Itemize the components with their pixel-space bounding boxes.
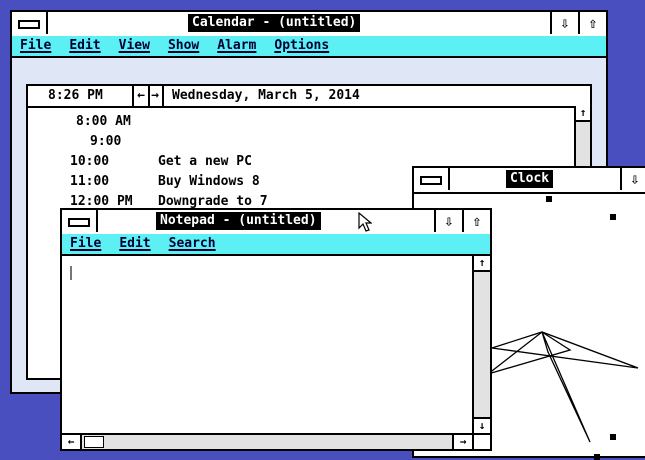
- calendar-menubar: File Edit View Show Alarm Options: [12, 36, 606, 58]
- system-menu-icon: [420, 176, 442, 185]
- notepad-titlebar[interactable]: Notepad - (untitled) ⇩ ⇧: [62, 210, 490, 236]
- clock-minimize-button[interactable]: ⇩: [620, 168, 645, 190]
- clock-titlebar[interactable]: Clock ⇩: [414, 168, 645, 194]
- calendar-titlebar[interactable]: Calendar - (untitled) ⇩ ⇧: [12, 12, 606, 38]
- calendar-title: Calendar - (untitled): [188, 14, 361, 32]
- notepad-scroll-down-button[interactable]: ↓: [474, 417, 490, 433]
- notepad-minimize-button[interactable]: ⇩: [434, 210, 462, 232]
- calendar-menu-view[interactable]: View: [119, 36, 150, 56]
- clock-title: Clock: [506, 170, 554, 188]
- clock-system-menu-button[interactable]: [414, 168, 450, 190]
- notepad-menu-edit[interactable]: Edit: [119, 234, 150, 254]
- appointment-time: 12:00 PM: [70, 194, 133, 209]
- appointment-time: 9:00: [90, 134, 122, 149]
- notepad-menu-search[interactable]: Search: [169, 234, 216, 254]
- notepad-system-menu-button[interactable]: [62, 210, 98, 232]
- system-menu-icon: [68, 218, 90, 227]
- clock-minute-hand: [491, 331, 639, 369]
- notepad-scroll-left-button[interactable]: ←: [62, 435, 82, 449]
- appointment-text: Downgrade to 7: [158, 194, 268, 209]
- current-time: 8:26 PM: [48, 88, 103, 103]
- calendar-menu-options[interactable]: Options: [274, 36, 329, 56]
- calendar-maximize-button[interactable]: ⇧: [578, 12, 606, 34]
- calendar-menu-alarm[interactable]: Alarm: [217, 36, 256, 56]
- clock-second-hand: [541, 331, 591, 443]
- notepad-menu-file[interactable]: File: [70, 234, 101, 254]
- calendar-menu-show[interactable]: Show: [168, 36, 199, 56]
- calendar-menu-file[interactable]: File: [20, 36, 51, 56]
- notepad-menubar: File Edit Search: [62, 234, 490, 256]
- next-day-button[interactable]: →: [148, 86, 164, 106]
- calendar-system-menu-button[interactable]: [12, 12, 48, 34]
- notepad-vertical-scrollbar[interactable]: ↑ ↓: [472, 256, 490, 433]
- notepad-text-area[interactable]: [62, 256, 472, 431]
- appointment-text: Get a new PC: [158, 154, 252, 169]
- notepad-scroll-right-button[interactable]: →: [452, 435, 472, 449]
- appointment-time: 10:00: [70, 154, 110, 169]
- appointment-time: 11:00: [70, 174, 110, 189]
- appointment-row[interactable]: 9:00: [28, 134, 574, 154]
- current-date: Wednesday, March 5, 2014: [172, 88, 360, 103]
- notepad-window[interactable]: Notepad - (untitled) ⇩ ⇧ File Edit Search …: [60, 208, 492, 451]
- appointment-time: 8:00 AM: [76, 114, 131, 129]
- appointment-text: Buy Windows 8: [158, 174, 260, 189]
- notepad-title: Notepad - (untitled): [156, 212, 321, 230]
- notepad-scroll-thumb[interactable]: [84, 436, 104, 448]
- calendar-menu-edit[interactable]: Edit: [69, 36, 100, 56]
- notepad-text-cursor: [70, 266, 72, 280]
- notepad-maximize-button[interactable]: ⇧: [462, 210, 490, 232]
- mouse-pointer-icon: [358, 212, 372, 232]
- calendar-scroll-up-button[interactable]: ↑: [576, 106, 590, 122]
- calendar-date-bar: 8:26 PM ← → Wednesday, March 5, 2014: [28, 86, 590, 108]
- calendar-minimize-button[interactable]: ⇩: [550, 12, 578, 34]
- system-menu-icon: [18, 20, 40, 29]
- notepad-size-grip: [472, 433, 490, 449]
- notepad-horizontal-scrollbar[interactable]: ← →: [62, 433, 472, 449]
- appointment-row[interactable]: 8:00 AM: [28, 114, 574, 134]
- notepad-scroll-up-button[interactable]: ↑: [474, 256, 490, 272]
